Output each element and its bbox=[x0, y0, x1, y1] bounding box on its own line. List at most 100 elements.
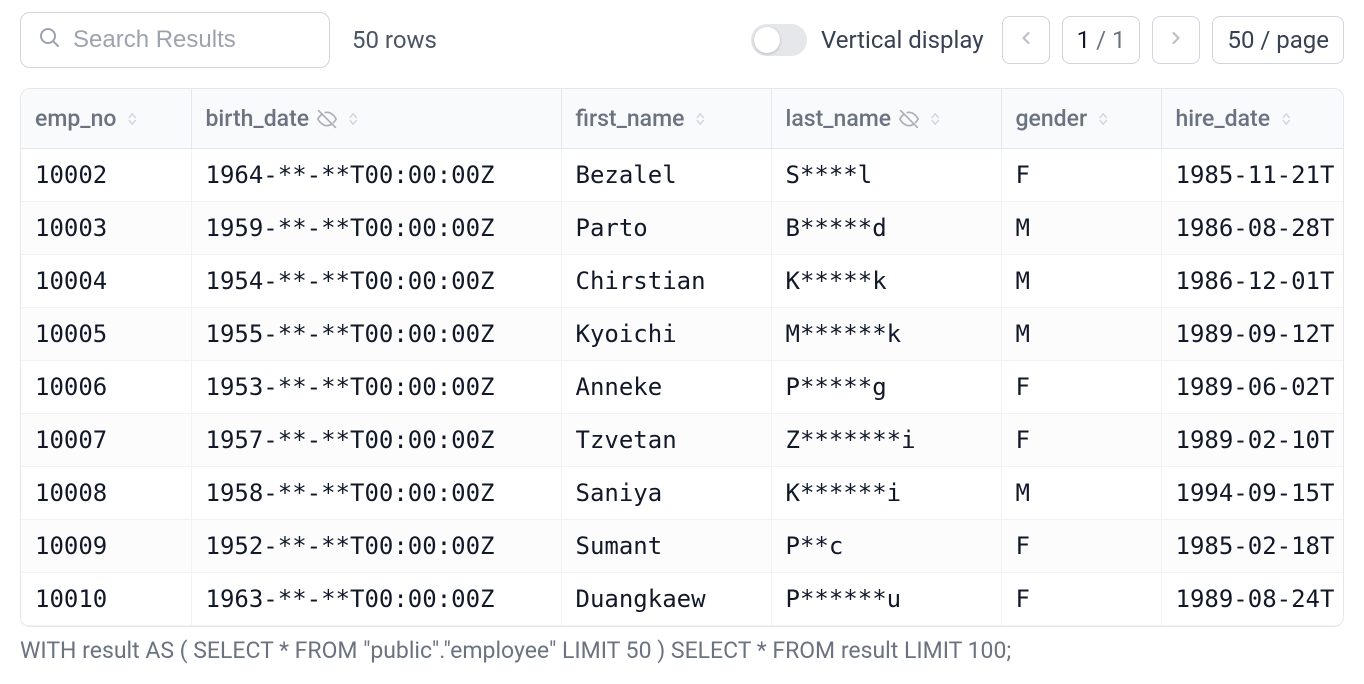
cell-gender: M bbox=[1001, 202, 1161, 255]
cell-birth_date: 1954-**-**T00:00:00Z bbox=[191, 255, 561, 308]
results-table-wrap: emp_no birth_date first_name last_name gende… bbox=[20, 88, 1344, 627]
cell-gender: M bbox=[1001, 255, 1161, 308]
column-header-emp_no[interactable]: emp_no bbox=[21, 89, 191, 149]
cell-birth_date: 1963-**-**T00:00:00Z bbox=[191, 573, 561, 626]
cell-first_name: Sumant bbox=[561, 520, 771, 573]
table-row[interactable]: 100101963-**-**T00:00:00ZDuangkaewP*****… bbox=[21, 573, 1343, 626]
cell-gender: F bbox=[1001, 414, 1161, 467]
cell-first_name: Tzvetan bbox=[561, 414, 771, 467]
cell-last_name: K******i bbox=[771, 467, 1001, 520]
cell-last_name: M******k bbox=[771, 308, 1001, 361]
column-header-gender[interactable]: gender bbox=[1001, 89, 1161, 149]
cell-gender: F bbox=[1001, 149, 1161, 202]
cell-emp_no: 10008 bbox=[21, 467, 191, 520]
cell-first_name: Parto bbox=[561, 202, 771, 255]
toggle-knob bbox=[754, 27, 780, 53]
cell-hire_date: 1989-08-24T bbox=[1161, 573, 1343, 626]
cell-emp_no: 10005 bbox=[21, 308, 191, 361]
cell-last_name: B*****d bbox=[771, 202, 1001, 255]
page-size-label: 50 / page bbox=[1227, 26, 1329, 54]
cell-gender: M bbox=[1001, 308, 1161, 361]
chevron-left-icon bbox=[1016, 26, 1036, 54]
cell-emp_no: 10007 bbox=[21, 414, 191, 467]
cell-last_name: P**c bbox=[771, 520, 1001, 573]
page-sep: / bbox=[1096, 26, 1106, 54]
cell-last_name: P******u bbox=[771, 573, 1001, 626]
cell-emp_no: 10009 bbox=[21, 520, 191, 573]
pager: 1 / 1 50 / page bbox=[1002, 16, 1344, 64]
table-row[interactable]: 100041954-**-**T00:00:00ZChirstianK*****… bbox=[21, 255, 1343, 308]
cell-last_name: P*****g bbox=[771, 361, 1001, 414]
column-label: gender bbox=[1016, 105, 1088, 132]
cell-first_name: Saniya bbox=[561, 467, 771, 520]
column-label: last_name bbox=[786, 105, 892, 132]
eye-off-icon bbox=[317, 109, 337, 129]
cell-first_name: Kyoichi bbox=[561, 308, 771, 361]
toolbar: 50 rows Vertical display 1 / 1 50 / page bbox=[0, 0, 1364, 80]
search-box[interactable] bbox=[20, 12, 330, 68]
cell-last_name: S****l bbox=[771, 149, 1001, 202]
cell-first_name: Anneke bbox=[561, 361, 771, 414]
sort-icon[interactable] bbox=[927, 110, 945, 128]
cell-gender: F bbox=[1001, 520, 1161, 573]
sort-icon[interactable] bbox=[1095, 110, 1113, 128]
vertical-display-control: Vertical display bbox=[751, 24, 984, 56]
table-row[interactable]: 100051955-**-**T00:00:00ZKyoichiM******k… bbox=[21, 308, 1343, 361]
cell-birth_date: 1957-**-**T00:00:00Z bbox=[191, 414, 561, 467]
cell-birth_date: 1952-**-**T00:00:00Z bbox=[191, 520, 561, 573]
cell-hire_date: 1989-09-12T bbox=[1161, 308, 1343, 361]
page-indicator[interactable]: 1 / 1 bbox=[1062, 16, 1141, 64]
cell-hire_date: 1985-02-18T bbox=[1161, 520, 1343, 573]
table-row[interactable]: 100021964-**-**T00:00:00ZBezalelS****lF1… bbox=[21, 149, 1343, 202]
search-icon bbox=[37, 25, 61, 55]
sql-footer: WITH result AS ( SELECT * FROM "public".… bbox=[0, 627, 1364, 664]
table-row[interactable]: 100031959-**-**T00:00:00ZPartoB*****dM19… bbox=[21, 202, 1343, 255]
search-input[interactable] bbox=[73, 26, 313, 54]
column-header-last_name[interactable]: last_name bbox=[771, 89, 1001, 149]
column-label: first_name bbox=[576, 105, 685, 132]
sort-icon[interactable] bbox=[345, 110, 363, 128]
cell-emp_no: 10003 bbox=[21, 202, 191, 255]
cell-birth_date: 1953-**-**T00:00:00Z bbox=[191, 361, 561, 414]
cell-hire_date: 1986-12-01T bbox=[1161, 255, 1343, 308]
table-row[interactable]: 100091952-**-**T00:00:00ZSumantP**cF1985… bbox=[21, 520, 1343, 573]
cell-birth_date: 1958-**-**T00:00:00Z bbox=[191, 467, 561, 520]
rows-count-label: 50 rows bbox=[352, 26, 437, 54]
column-header-hire_date[interactable]: hire_date bbox=[1161, 89, 1343, 149]
cell-birth_date: 1959-**-**T00:00:00Z bbox=[191, 202, 561, 255]
cell-first_name: Bezalel bbox=[561, 149, 771, 202]
column-header-birth_date[interactable]: birth_date bbox=[191, 89, 561, 149]
page-total: 1 bbox=[1112, 26, 1126, 54]
sort-icon[interactable] bbox=[1278, 110, 1296, 128]
results-table: emp_no birth_date first_name last_name gende… bbox=[21, 89, 1343, 626]
page-current: 1 bbox=[1077, 26, 1091, 54]
prev-page-button[interactable] bbox=[1002, 16, 1050, 64]
sort-icon[interactable] bbox=[124, 110, 142, 128]
cell-emp_no: 10002 bbox=[21, 149, 191, 202]
table-row[interactable]: 100061953-**-**T00:00:00ZAnnekeP*****gF1… bbox=[21, 361, 1343, 414]
column-label: hire_date bbox=[1176, 105, 1271, 132]
next-page-button[interactable] bbox=[1152, 16, 1200, 64]
eye-off-icon bbox=[899, 109, 919, 129]
cell-last_name: Z*******i bbox=[771, 414, 1001, 467]
vertical-display-toggle[interactable] bbox=[751, 24, 807, 56]
table-row[interactable]: 100081958-**-**T00:00:00ZSaniyaK******iM… bbox=[21, 467, 1343, 520]
page-size-select[interactable]: 50 / page bbox=[1212, 16, 1344, 64]
cell-emp_no: 10004 bbox=[21, 255, 191, 308]
cell-hire_date: 1985-11-21T bbox=[1161, 149, 1343, 202]
chevron-right-icon bbox=[1166, 26, 1186, 54]
cell-first_name: Duangkaew bbox=[561, 573, 771, 626]
column-label: emp_no bbox=[35, 105, 116, 132]
cell-gender: F bbox=[1001, 361, 1161, 414]
table-header-row: emp_no birth_date first_name last_name gende… bbox=[21, 89, 1343, 149]
cell-birth_date: 1964-**-**T00:00:00Z bbox=[191, 149, 561, 202]
cell-emp_no: 10010 bbox=[21, 573, 191, 626]
cell-hire_date: 1989-06-02T bbox=[1161, 361, 1343, 414]
table-row[interactable]: 100071957-**-**T00:00:00ZTzvetanZ*******… bbox=[21, 414, 1343, 467]
cell-hire_date: 1986-08-28T bbox=[1161, 202, 1343, 255]
cell-gender: M bbox=[1001, 467, 1161, 520]
sort-icon[interactable] bbox=[692, 110, 710, 128]
cell-first_name: Chirstian bbox=[561, 255, 771, 308]
column-label: birth_date bbox=[206, 105, 310, 132]
column-header-first_name[interactable]: first_name bbox=[561, 89, 771, 149]
